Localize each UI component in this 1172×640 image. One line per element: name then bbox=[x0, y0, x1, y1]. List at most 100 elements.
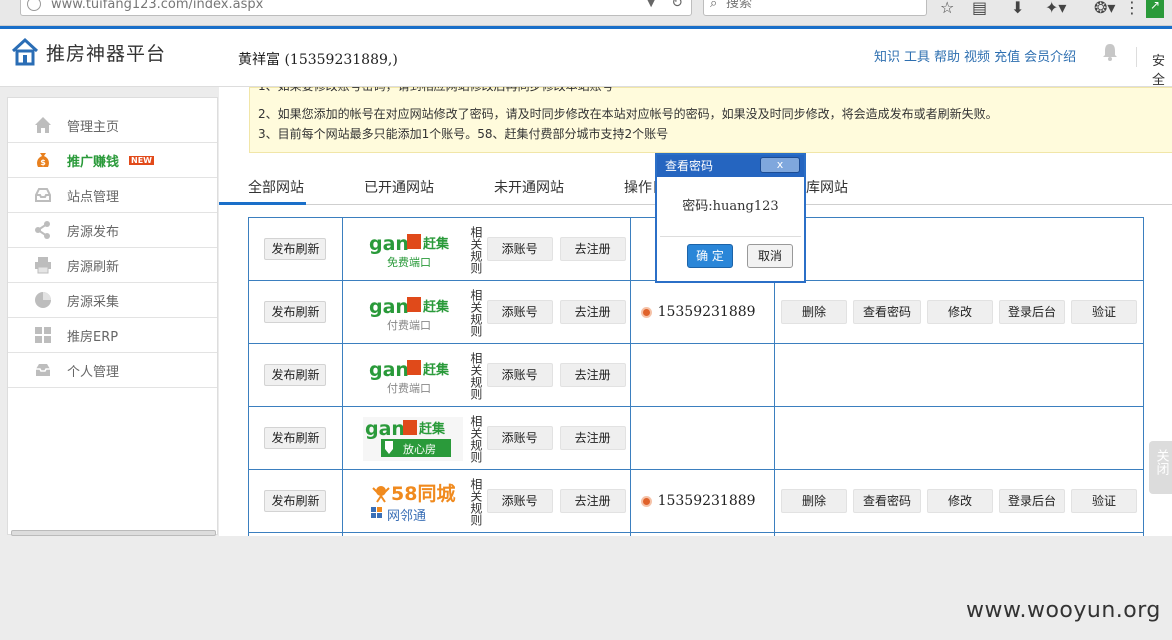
list-icon[interactable]: ▤ bbox=[972, 0, 987, 17]
security-link[interactable]: 安全 bbox=[1152, 50, 1172, 88]
account-actions: 添账号 去注册 bbox=[480, 489, 630, 513]
sidebar-item-home[interactable]: 管理主页 bbox=[8, 108, 217, 143]
app-icon[interactable]: ↗ bbox=[1146, 0, 1164, 18]
register-button[interactable]: 去注册 bbox=[559, 489, 626, 513]
site-name-text: 赶集 bbox=[418, 421, 446, 437]
tab-all-sites[interactable]: 全部网站 bbox=[219, 179, 306, 205]
chevron-down-icon[interactable]: ▼ bbox=[647, 0, 655, 9]
close-icon[interactable]: x bbox=[760, 157, 800, 173]
cancel-button[interactable]: 取消 bbox=[747, 244, 793, 268]
add-account-button[interactable]: 添账号 bbox=[486, 363, 553, 387]
site-logo-wrap: gan 赶集 付费端口 相关规则 bbox=[343, 344, 483, 406]
register-button[interactable]: 去注册 bbox=[559, 300, 626, 324]
home-icon bbox=[35, 117, 51, 133]
radio-icon[interactable] bbox=[640, 495, 652, 507]
edit-button[interactable]: 修改 bbox=[926, 489, 993, 513]
extension-icon[interactable]: ✦▾ bbox=[1045, 0, 1066, 17]
nav-recharge[interactable]: 充值 bbox=[994, 46, 1020, 65]
delete-button[interactable]: 删除 bbox=[780, 300, 847, 324]
svg-text:$: $ bbox=[40, 158, 46, 167]
sidebar-item-promote[interactable]: $ 推广赚钱 NEW bbox=[8, 143, 217, 178]
tab-opened-sites[interactable]: 已开通网站 bbox=[364, 179, 434, 205]
actions-cell bbox=[773, 217, 1145, 281]
sidebar-item-site-management[interactable]: 站点管理 bbox=[8, 178, 217, 213]
nav-tools[interactable]: 工具 bbox=[904, 46, 930, 65]
sidebar-item-personal[interactable]: 个人管理 bbox=[8, 353, 217, 388]
publish-refresh-button[interactable]: 发布刷新 bbox=[264, 427, 327, 449]
browser-search[interactable]: ⌕ bbox=[703, 0, 927, 16]
address-bar[interactable]: www.tuifang123.com/index.aspx ▼ ↻ bbox=[20, 0, 692, 16]
reload-icon[interactable]: ↻ bbox=[671, 0, 683, 11]
sidebar-item-label: 个人管理 bbox=[67, 364, 120, 380]
rules-link[interactable]: 相关规则 bbox=[464, 218, 483, 280]
add-account-button[interactable]: 添账号 bbox=[486, 426, 553, 450]
view-password-button[interactable]: 查看密码 bbox=[852, 489, 921, 513]
printer-icon bbox=[35, 257, 51, 274]
sidebar-item-collect[interactable]: 房源采集 bbox=[8, 283, 217, 318]
verify-button[interactable]: 验证 bbox=[1070, 489, 1137, 513]
rules-link[interactable]: 相关规则 bbox=[464, 281, 483, 343]
add-account-button[interactable]: 添账号 bbox=[486, 489, 553, 513]
rules-link[interactable]: 相关规则 bbox=[464, 533, 483, 536]
verify-button[interactable]: 验证 bbox=[1070, 300, 1137, 324]
edit-button[interactable]: 修改 bbox=[926, 300, 993, 324]
sidebar-item-refresh[interactable]: 房源刷新 bbox=[8, 248, 217, 283]
addon-icon[interactable]: ❂▾ bbox=[1094, 0, 1115, 17]
download-icon[interactable]: ⬇ bbox=[1011, 0, 1024, 17]
tab-library-sites[interactable]: 库网站 bbox=[806, 179, 848, 205]
empty-cell bbox=[248, 532, 343, 536]
account-actions: 添账号 去注册 bbox=[480, 237, 630, 261]
add-account-button[interactable]: 添账号 bbox=[486, 237, 553, 261]
sidebar-scrollbar[interactable] bbox=[11, 530, 216, 536]
search-input[interactable] bbox=[726, 0, 916, 11]
close-side-tab[interactable]: 关闭 bbox=[1149, 441, 1172, 494]
money-bag-icon: $ bbox=[37, 153, 49, 167]
login-backend-button[interactable]: 登录后台 bbox=[998, 300, 1065, 324]
rules-link[interactable]: 相关规则 bbox=[464, 344, 483, 406]
empty-cell bbox=[629, 532, 775, 536]
sidebar-item-label: 房源发布 bbox=[67, 224, 120, 240]
menu-icon[interactable]: ⋮ bbox=[1124, 0, 1140, 17]
radio-icon[interactable] bbox=[640, 306, 652, 318]
site-ganji-logo: gan 赶集放心房 bbox=[362, 417, 463, 461]
site-cell: 58同城 网邻通 相关规则 bbox=[341, 469, 483, 533]
notice-line: 1、如果要修改账号密码，请到相应网站修改后再同步修改本站账号 bbox=[258, 87, 614, 96]
nav-membership[interactable]: 会员介绍 bbox=[1024, 46, 1076, 65]
rules-link[interactable]: 相关规则 bbox=[464, 470, 483, 532]
sidebar-item-publish[interactable]: 房源发布 bbox=[8, 213, 217, 248]
login-backend-button[interactable]: 登录后台 bbox=[998, 489, 1065, 513]
nav-help[interactable]: 帮助 bbox=[934, 46, 960, 65]
view-password-button[interactable]: 查看密码 bbox=[852, 300, 921, 324]
actions-cell: 删除 查看密码 修改 登录后台 验证 bbox=[773, 280, 1145, 344]
publish-refresh-button[interactable]: 发布刷新 bbox=[264, 238, 327, 260]
tab-unopened-sites[interactable]: 未开通网站 bbox=[494, 179, 564, 205]
delete-button[interactable]: 删除 bbox=[780, 489, 847, 513]
site-logo-wrap: gan 赶集 付费端口 相关规则 bbox=[343, 281, 483, 343]
account-number: 15359231889 bbox=[657, 304, 756, 320]
register-button[interactable]: 去注册 bbox=[559, 237, 626, 261]
nav-video[interactable]: 视频 bbox=[964, 46, 990, 65]
site-ganji-logo: gan 赶集付费端口 bbox=[369, 359, 450, 395]
register-button[interactable]: 去注册 bbox=[559, 426, 626, 450]
publish-refresh-button[interactable]: 发布刷新 bbox=[264, 301, 327, 323]
confirm-button[interactable]: 确 定 bbox=[687, 244, 733, 268]
top-nav: 知识 工具 帮助 视频 充值 会员介绍 bbox=[874, 46, 1076, 65]
site-logo[interactable]: 推房神器平台 bbox=[10, 37, 166, 67]
row-actions: 删除 查看密码 修改 登录后台 验证 bbox=[775, 489, 1143, 513]
publish-refresh-button[interactable]: 发布刷新 bbox=[264, 364, 327, 386]
nav-knowledge[interactable]: 知识 bbox=[874, 46, 900, 65]
add-account-button[interactable]: 添账号 bbox=[486, 300, 553, 324]
publish-refresh-button[interactable]: 发布刷新 bbox=[264, 490, 327, 512]
sidebar-item-erp[interactable]: 推房ERP bbox=[8, 318, 217, 353]
rules-link[interactable]: 相关规则 bbox=[464, 407, 483, 469]
site-name-text: 58同城 bbox=[391, 482, 455, 505]
browser-toolbar: www.tuifang123.com/index.aspx ▼ ↻ ⌕ ☆ ▤ … bbox=[0, 0, 1172, 26]
bell-icon[interactable] bbox=[1101, 42, 1119, 62]
register-button[interactable]: 去注册 bbox=[559, 363, 626, 387]
star-icon[interactable]: ☆ bbox=[940, 0, 954, 17]
account-value[interactable]: 15359231889 bbox=[631, 493, 774, 509]
grid-icon bbox=[35, 327, 51, 343]
site-sub-text: 放心房 bbox=[403, 442, 436, 456]
publish-cell: 发布刷新 bbox=[248, 406, 343, 470]
account-value[interactable]: 15359231889 bbox=[631, 304, 774, 320]
